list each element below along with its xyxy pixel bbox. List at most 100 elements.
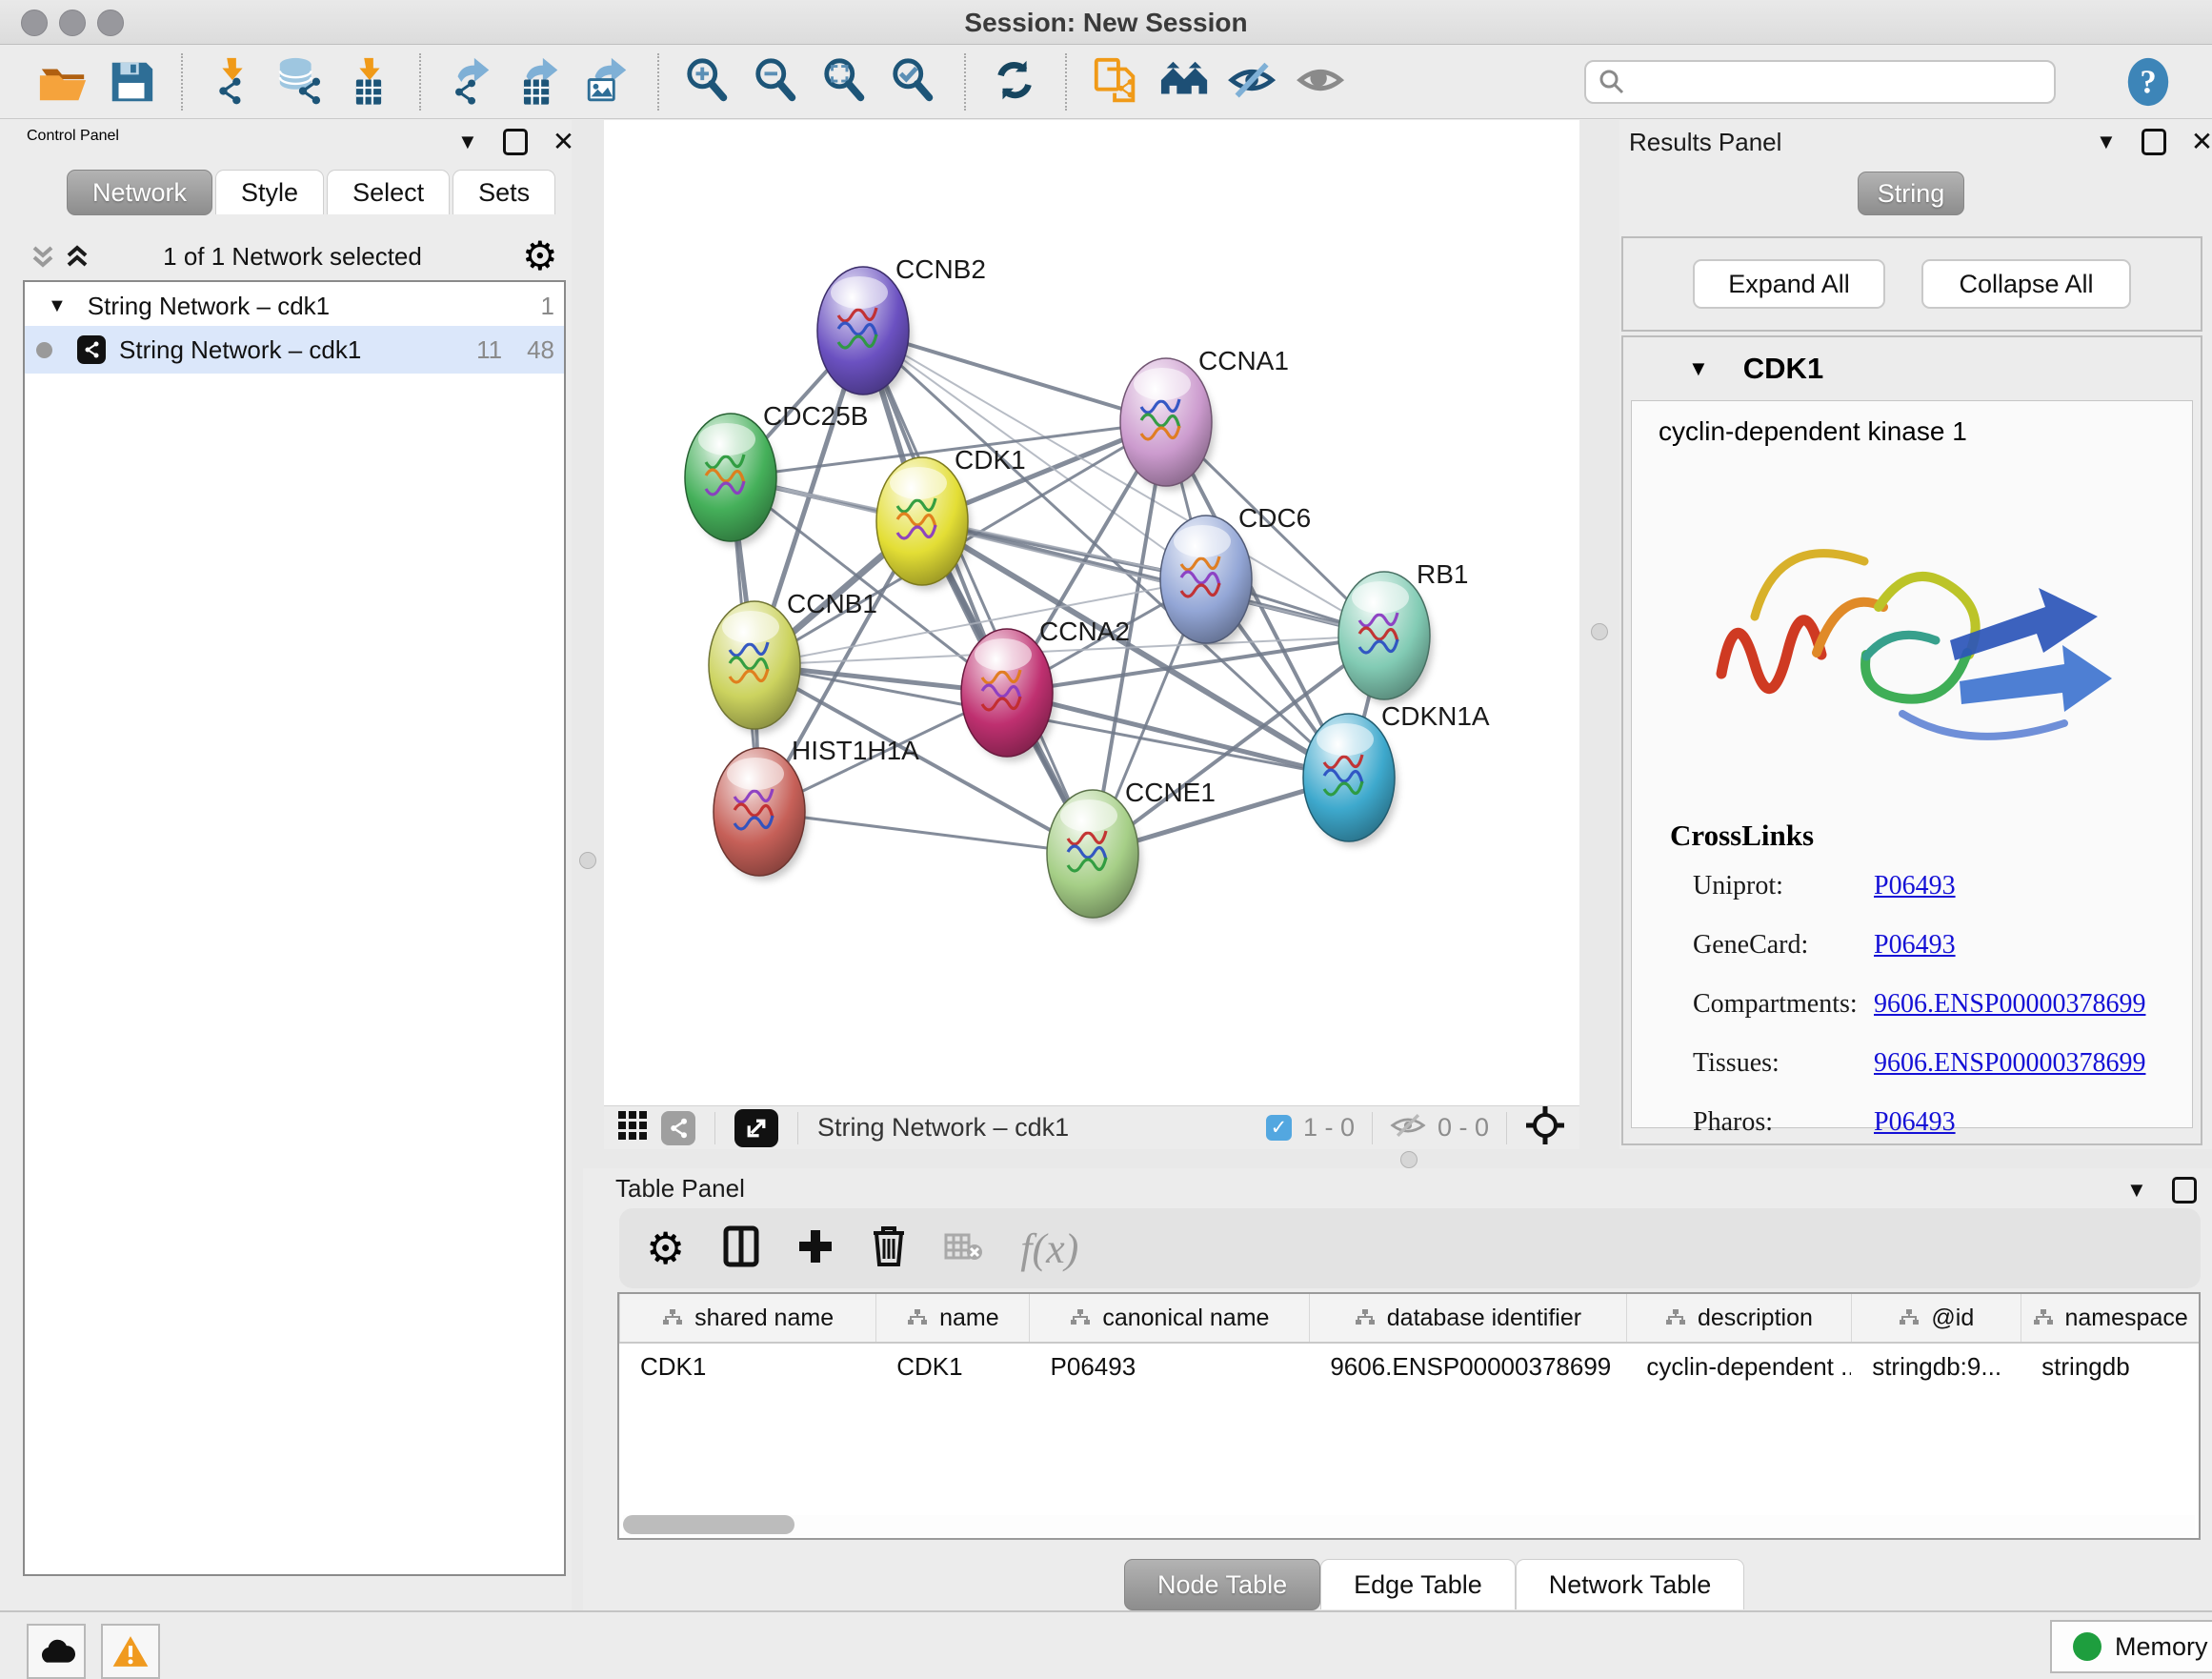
zoom-fit-icon	[820, 56, 872, 108]
tab-sets[interactable]: Sets	[452, 170, 555, 214]
show-all-button[interactable]	[1295, 54, 1350, 110]
zoom-in-button[interactable]	[681, 54, 736, 110]
network-graph[interactable]: CCNB2 CCNA1 CDC25B CDC6 RB1 CDKN1A CCN	[604, 120, 1579, 1105]
network-view-title: String Network – cdk1	[817, 1113, 1069, 1143]
network-share-icon	[77, 335, 106, 364]
tab-style[interactable]: Style	[215, 170, 324, 214]
import-table-button[interactable]	[342, 54, 397, 110]
zoom-fit-button[interactable]	[818, 54, 874, 110]
table-horizontal-scrollbar[interactable]	[623, 1515, 2195, 1536]
titlebar: Session: New Session	[0, 0, 2212, 45]
table-cell[interactable]: 9606.ENSP00000378699	[1309, 1352, 1625, 1382]
table-cell[interactable]: stringdb	[2021, 1352, 2199, 1382]
float-panel-icon[interactable]	[503, 129, 528, 155]
tab-select[interactable]: Select	[327, 170, 450, 214]
warning-button[interactable]	[101, 1624, 160, 1679]
network-view-share-icon[interactable]	[661, 1111, 695, 1145]
tab-network-table[interactable]: Network Table	[1516, 1559, 1745, 1609]
import-table-disabled-icon[interactable]	[944, 1231, 982, 1266]
tab-edge-table[interactable]: Edge Table	[1320, 1559, 1516, 1609]
create-column-plus-icon[interactable]	[797, 1228, 834, 1269]
hide-selected-icon	[1228, 56, 1279, 108]
grid-view-icon[interactable]	[617, 1110, 648, 1145]
export-table-button[interactable]	[512, 54, 567, 110]
delete-column-trash-icon[interactable]	[872, 1225, 906, 1272]
scrollbar-thumb[interactable]	[623, 1515, 794, 1534]
options-gear-icon[interactable]: ⚙	[522, 233, 558, 279]
fit-selected-crosshair-icon[interactable]	[1524, 1104, 1566, 1151]
node-label-CDC25B: CDC25B	[763, 401, 868, 431]
status-bar: Memory	[0, 1610, 2212, 1673]
column-header-shared-name[interactable]: shared name	[619, 1294, 875, 1342]
table-cell[interactable]: CDK1	[619, 1352, 875, 1382]
crosslink-row: Tissues: 9606.ENSP00000378699	[1632, 1034, 2192, 1093]
table-cell[interactable]: P06493	[1030, 1352, 1310, 1382]
hidden-eye-icon[interactable]	[1390, 1111, 1426, 1144]
memory-button[interactable]: Memory	[2050, 1620, 2212, 1673]
table-cell[interactable]: cyclin-dependent ...	[1625, 1352, 1851, 1382]
birdseye-view-icon[interactable]	[734, 1109, 778, 1147]
results-float-icon[interactable]	[2142, 129, 2166, 155]
tab-network[interactable]: Network	[67, 170, 212, 215]
collapse-panel-icon[interactable]: ▼	[457, 130, 478, 154]
expand-all-button[interactable]: Expand All	[1693, 259, 1885, 309]
crosslink-link[interactable]: 9606.ENSP00000378699	[1874, 989, 2145, 1020]
network-row[interactable]: String Network – cdk1 11 48	[25, 326, 564, 374]
tab-node-table[interactable]: Node Table	[1124, 1559, 1320, 1610]
save-session-button[interactable]	[104, 54, 159, 110]
zoom-out-button[interactable]	[750, 54, 805, 110]
gene-section-collapse-icon[interactable]: ▼	[1688, 356, 1709, 381]
export-network-button[interactable]	[443, 54, 498, 110]
selected-nodes-checkbox[interactable]: ✓	[1266, 1115, 1292, 1141]
column-header-canonical-name[interactable]: canonical name	[1029, 1294, 1309, 1342]
crosslink-link[interactable]: P06493	[1874, 930, 1956, 961]
column-header-database-identifier[interactable]: database identifier	[1309, 1294, 1625, 1342]
collection-expand-icon[interactable]: ▼	[48, 295, 67, 317]
collapse-all-button[interactable]: Collapse All	[1921, 259, 2131, 309]
table-row[interactable]: CDK1CDK1P064939606.ENSP00000378699cyclin…	[619, 1344, 2199, 1389]
search-input[interactable]	[1626, 66, 2042, 97]
import-network-button[interactable]	[205, 54, 260, 110]
show-columns-icon[interactable]	[723, 1225, 759, 1272]
column-header-namespace[interactable]: namespace	[2021, 1294, 2199, 1342]
results-collapse-icon[interactable]: ▼	[2096, 130, 2117, 154]
network-canvas[interactable]: CCNB2 CCNA1 CDC25B CDC6 RB1 CDKN1A CCN	[604, 120, 1579, 1105]
column-header-name[interactable]: name	[875, 1294, 1029, 1342]
save-session-icon	[106, 56, 157, 108]
cloud-button[interactable]	[27, 1624, 86, 1679]
crosslink-label: Uniprot:	[1632, 871, 1874, 901]
table-cell[interactable]: stringdb:9...	[1851, 1352, 2021, 1382]
import-network-database-button[interactable]	[273, 54, 329, 110]
toolbar-separator	[964, 53, 966, 111]
table-float-icon[interactable]	[2172, 1177, 2197, 1204]
column-tree-icon	[1899, 1308, 1920, 1327]
column-tree-icon	[1355, 1308, 1376, 1327]
column-header-description[interactable]: description	[1626, 1294, 1852, 1342]
column-header--id[interactable]: @id	[1851, 1294, 2021, 1342]
function-builder-icon[interactable]: f(x)	[1020, 1224, 1078, 1273]
table-settings-gear-icon[interactable]: ⚙	[646, 1223, 685, 1274]
tab-string[interactable]: String	[1858, 172, 1964, 215]
crosslink-link[interactable]: P06493	[1874, 871, 1956, 901]
right-splitter[interactable]	[1579, 120, 1619, 1149]
node-table[interactable]: shared name name canonical name database…	[617, 1292, 2201, 1540]
new-network-from-selection-button[interactable]	[1089, 54, 1144, 110]
horizontal-splitter[interactable]	[604, 1149, 2212, 1168]
crosslink-link[interactable]: P06493	[1874, 1107, 1956, 1138]
help-button[interactable]: ?	[2121, 54, 2176, 110]
first-neighbors-button[interactable]	[1157, 54, 1213, 110]
table-cell[interactable]: CDK1	[875, 1352, 1029, 1382]
column-tree-icon	[1665, 1308, 1686, 1327]
network-collection-row[interactable]: ▼ String Network – cdk1 1	[25, 282, 564, 326]
export-image-button[interactable]	[580, 54, 635, 110]
refresh-view-button[interactable]	[988, 54, 1043, 110]
export-table-icon	[513, 56, 565, 108]
import-network-database-icon	[275, 56, 327, 108]
table-collapse-icon[interactable]: ▼	[2126, 1178, 2147, 1203]
crosslink-link[interactable]: 9606.ENSP00000378699	[1874, 1048, 2145, 1079]
open-session-button[interactable]	[35, 54, 90, 110]
zoom-selected-button[interactable]	[887, 54, 942, 110]
toolbar-separator	[1065, 53, 1067, 111]
hide-selected-button[interactable]	[1226, 54, 1281, 110]
results-close-icon[interactable]: ✕	[2191, 126, 2212, 157]
